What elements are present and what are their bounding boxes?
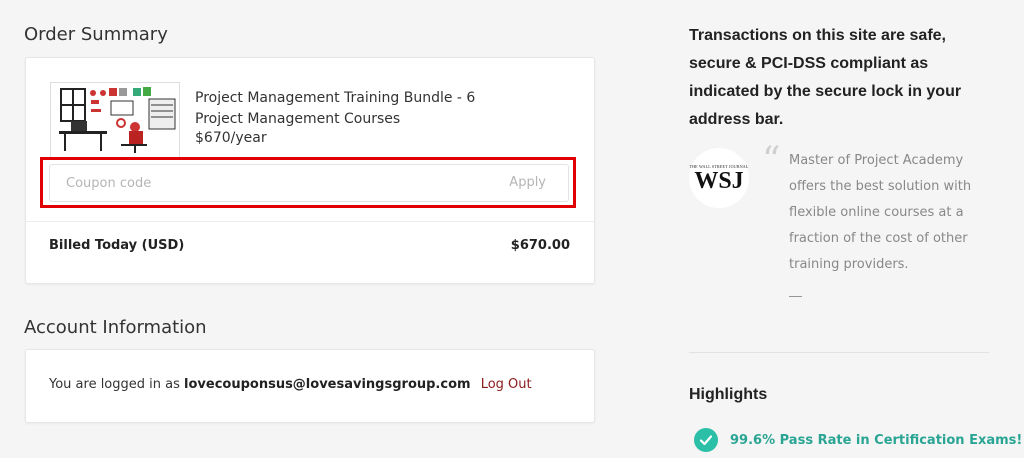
wsj-logo-text: WSJ xyxy=(694,168,744,194)
highlight-item: 99.6% Pass Rate in Certification Exams! xyxy=(694,428,1022,452)
highlight-text: 99.6% Pass Rate in Certification Exams! xyxy=(730,432,1023,448)
logout-link[interactable]: Log Out xyxy=(481,377,532,392)
account-email: lovecouponsus@lovesavingsgroup.com xyxy=(184,377,471,392)
product-price: $670/year xyxy=(195,130,267,146)
wsj-logo: THE WALL STREET JOURNAL WSJ xyxy=(689,148,749,208)
account-information-title: Account Information xyxy=(24,317,207,338)
quote-mark-icon: “ xyxy=(762,140,781,181)
product-image xyxy=(50,82,180,158)
account-status: You are logged in as lovecouponsus@loves… xyxy=(49,377,532,392)
coupon-field-group: Apply xyxy=(49,164,569,202)
highlights-title: Highlights xyxy=(689,386,768,403)
account-card: You are logged in as lovecouponsus@loves… xyxy=(25,349,595,423)
secure-transaction-note: Transactions on this site are safe, secu… xyxy=(689,27,962,128)
divider xyxy=(26,221,594,222)
sidebar-divider xyxy=(689,352,989,353)
product-name: Project Management Training Bundle - 6 P… xyxy=(195,90,476,127)
logged-in-prefix: You are logged in as xyxy=(49,377,180,392)
billed-today-label: Billed Today (USD) xyxy=(49,238,185,253)
testimonial-quote: Master of Project Academy offers the bes… xyxy=(789,153,972,272)
apply-coupon-button[interactable]: Apply xyxy=(509,165,546,201)
order-summary-card: Project Management Training Bundle - 6 P… xyxy=(25,57,595,284)
check-circle-icon xyxy=(694,428,718,452)
order-summary-title: Order Summary xyxy=(24,24,168,45)
billed-today-amount: $670.00 xyxy=(510,238,570,253)
product-illustration xyxy=(59,87,176,153)
testimonial-attribution: — xyxy=(789,288,802,303)
coupon-input[interactable] xyxy=(50,165,502,201)
